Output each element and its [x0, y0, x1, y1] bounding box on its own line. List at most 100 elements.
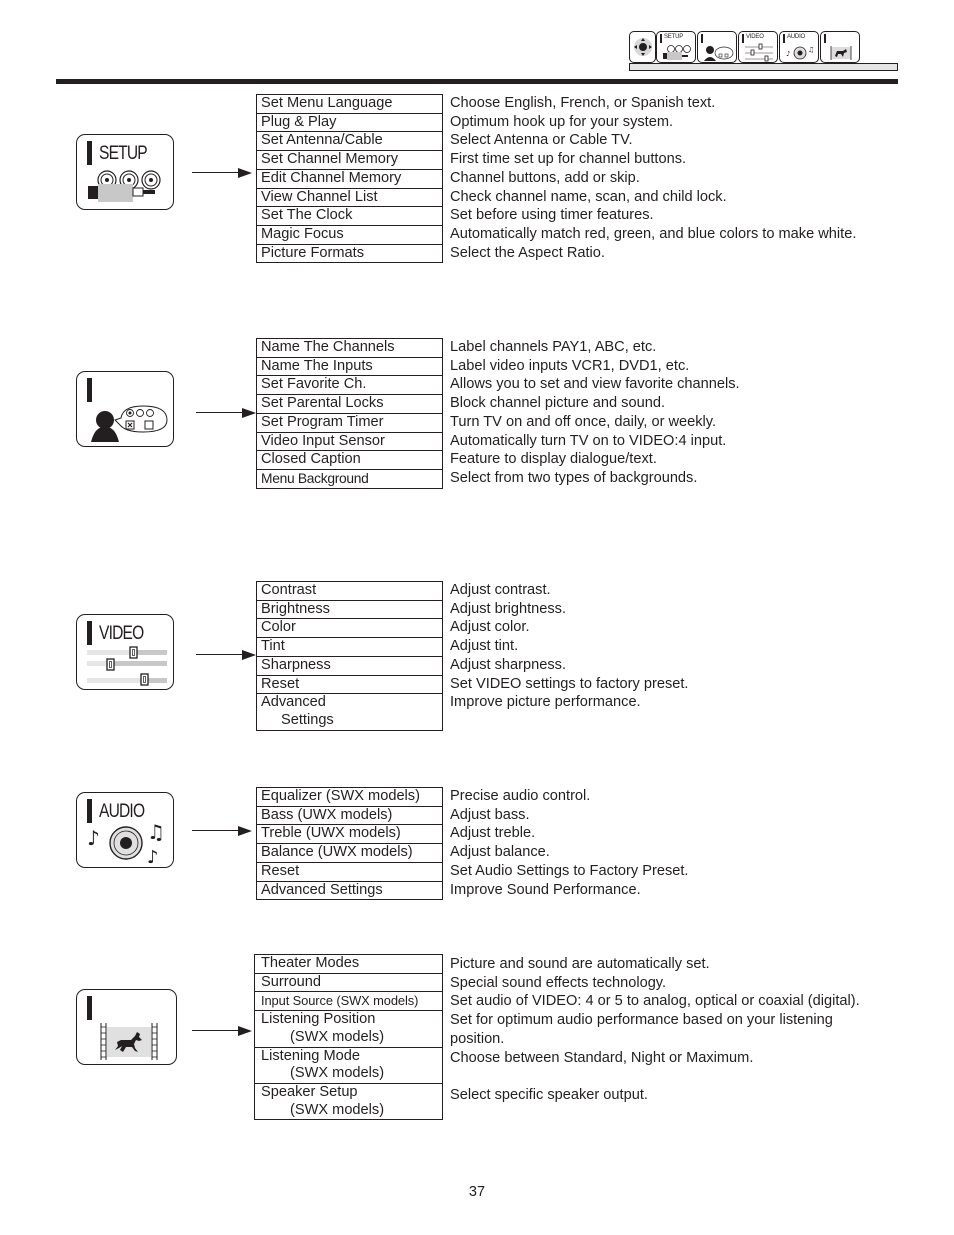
dpad-icon: [634, 38, 652, 56]
theater-item-listening-position-sub: (SWX models): [290, 1028, 385, 1045]
video-item-advanced-label: Advanced: [261, 694, 326, 711]
video-desc: Adjust sharpness.: [450, 656, 567, 673]
theater-desc-cont: [450, 1067, 860, 1086]
person-speech-icon: [704, 46, 734, 61]
setup-menu-table: Set Menu Language Plug & Play Set Antenn…: [256, 94, 443, 264]
nav-tab-setup: SETUP: [656, 31, 696, 63]
video-item-contrast: Contrast: [261, 582, 317, 598]
setup-descriptions: Choose English, French, or Spanish text.…: [450, 94, 856, 262]
setup-desc: Choose English, French, or Spanish text.: [450, 95, 716, 111]
setup-item-edit-channel-memory: Edit Channel Memory: [257, 168, 442, 188]
nav-strip-base: [629, 63, 898, 71]
setup-item-picture-formats: Picture Formats: [257, 243, 442, 263]
theater-descriptions: Picture and sound are automatically set.…: [450, 955, 860, 1105]
theater-desc: Set for optimum audio performance based …: [450, 1012, 833, 1029]
customize-desc: Turn TV on and off once, daily, or weekl…: [450, 413, 717, 430]
film-horse-icon: [100, 1023, 158, 1060]
setup-desc: Select Antenna or Cable TV.: [450, 132, 633, 149]
audio-menu-table: Equalizer (SWX models) Bass (UWX models)…: [256, 787, 443, 901]
music-note-icon: ♪: [147, 847, 159, 868]
video-item-advanced-sub: Settings: [281, 711, 334, 728]
nav-tab-audio: AUDIO ♪ ♫: [779, 31, 819, 63]
sliders-icon: [745, 43, 773, 62]
customize-desc: Select from two types of backgrounds.: [450, 469, 698, 486]
audio-menu-icon: AUDIO ♪ ♫ ♪: [76, 792, 174, 868]
video-item-advanced-settings: Advanced Settings: [257, 693, 442, 729]
customize-arrow: [196, 408, 256, 418]
music-note-icon: ♪: [87, 826, 100, 850]
theater-desc: Set audio of VIDEO: 4 or 5 to analog, op…: [450, 993, 860, 1010]
setup-desc: First time set up for channel buttons.: [450, 151, 687, 168]
setup-desc: Check channel name, scan, and child lock…: [450, 188, 727, 205]
svg-text:♫: ♫: [808, 46, 814, 54]
audio-desc: Adjust balance.: [450, 844, 550, 861]
customize-item-name-the-channels: Name The Channels: [261, 339, 395, 355]
setup-item-set-antenna-cable: Set Antenna/Cable: [257, 131, 442, 150]
video-arrow: [196, 650, 256, 660]
theater-desc: Special sound effects technology.: [450, 974, 667, 991]
nav-tab-main: [629, 31, 656, 63]
setup-desc: Channel buttons, add or skip.: [450, 169, 640, 186]
theater-arrow: [192, 1026, 252, 1036]
menu-nav-strip: SETUP VIDEO AUDIO ♪ ♫: [629, 31, 899, 73]
setup-desc: Select the Aspect Ratio.: [450, 244, 605, 261]
theater-item-surround: Surround: [255, 972, 442, 992]
svg-text:♪: ♪: [786, 50, 790, 58]
customize-item-closed-caption: Closed Caption: [257, 450, 442, 469]
setup-menu-icon: SETUP: [76, 134, 174, 210]
video-desc: Adjust contrast.: [450, 582, 551, 598]
setup-item-magic-focus: Magic Focus: [257, 224, 442, 244]
video-menu-table: Contrast Brightness Color Tint Sharpness…: [256, 581, 443, 731]
theater-item-listening-mode-label: Listening Mode: [261, 1047, 360, 1064]
customize-menu-icon: [76, 371, 174, 447]
video-descriptions: Adjust contrast. Adjust brightness. Adju…: [450, 581, 688, 712]
setup-item-view-channel-list: View Channel List: [257, 187, 442, 207]
speaker-music-icon: ♪ ♫: [786, 46, 814, 60]
video-desc: Improve picture performance.: [450, 694, 641, 711]
film-horse-icon: [830, 46, 852, 60]
nav-tab-customize: [697, 31, 737, 63]
video-item-reset: Reset: [257, 674, 442, 694]
setup-item-plug-and-play: Plug & Play: [257, 112, 442, 132]
theater-desc: Picture and sound are automatically set.: [450, 956, 710, 972]
customize-item-set-program-timer: Set Program Timer: [257, 412, 442, 432]
setup-desc: Set before using timer features.: [450, 207, 654, 224]
customize-desc: Feature to display dialogue/text.: [450, 451, 657, 468]
customize-desc: Label video inputs VCR1, DVD1, etc.: [450, 357, 690, 374]
speaker-music-icon: ♪ ♫ ♪: [87, 820, 165, 868]
audio-item-advanced-settings: Advanced Settings: [257, 880, 442, 900]
music-notes-icon: ♫: [147, 820, 165, 844]
theater-item-theater-modes: Theater Modes: [261, 955, 360, 971]
theater-item-listening-position: Listening Position (SWX models): [255, 1010, 442, 1046]
video-item-color: Color: [257, 618, 442, 637]
video-desc: Set VIDEO settings to factory preset.: [450, 675, 689, 692]
theater-desc-cont: position.: [450, 1030, 505, 1047]
header-rule: [56, 79, 898, 84]
audio-descriptions: Precise audio control. Adjust bass. Adju…: [450, 787, 689, 899]
audio-item-treble: Treble (UWX models): [257, 824, 442, 843]
theater-item-listening-mode-sub: (SWX models): [290, 1065, 385, 1082]
video-item-tint: Tint: [257, 637, 442, 656]
audio-item-reset: Reset: [257, 861, 442, 881]
setup-desc: Automatically match red, green, and blue…: [450, 225, 857, 242]
audio-desc: Set Audio Settings to Factory Preset.: [450, 862, 689, 879]
customize-item-set-parental-locks: Set Parental Locks: [257, 394, 442, 413]
theater-menu-icon: [76, 989, 177, 1065]
video-menu-icon: VIDEO: [76, 614, 174, 690]
theater-item-speaker-setup-label: Speaker Setup: [261, 1083, 358, 1100]
customize-item-set-favorite-ch: Set Favorite Ch.: [257, 375, 442, 394]
video-desc: Adjust color.: [450, 619, 530, 636]
video-desc: Adjust brightness.: [450, 600, 567, 617]
theater-menu-table: Theater Modes Surround Input Source (SWX…: [254, 954, 443, 1121]
video-desc: Adjust tint.: [450, 638, 519, 655]
setup-connectors-icon: [663, 45, 691, 60]
person-speech-icon: [91, 405, 168, 442]
customize-desc: Allows you to set and view favorite chan…: [450, 376, 740, 393]
customize-descriptions: Label channels PAY1, ABC, etc. Label vid…: [450, 338, 740, 488]
theater-desc: Choose between Standard, Night or Maximu…: [450, 1049, 754, 1066]
customize-menu-table: Name The Channels Name The Inputs Set Fa…: [256, 338, 443, 489]
sliders-icon: [87, 646, 167, 686]
audio-arrow: [192, 826, 252, 836]
audio-item-equalizer: Equalizer (SWX models): [261, 788, 420, 804]
setup-item-set-the-clock: Set The Clock: [257, 206, 442, 225]
